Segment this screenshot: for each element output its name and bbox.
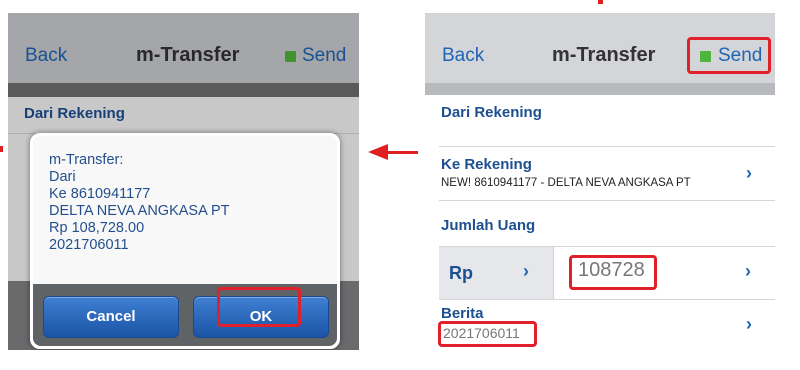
left-phone-screen: Back m-Transfer Send Dari Rekening m-Tra… xyxy=(8,13,359,350)
highlight-send xyxy=(687,37,771,74)
dialog-text-line: m-Transfer: xyxy=(49,152,124,168)
cancel-button[interactable]: Cancel xyxy=(43,296,179,338)
highlight-message xyxy=(438,321,537,347)
arrow-left-icon xyxy=(368,144,388,160)
back-button[interactable]: Back xyxy=(442,45,484,67)
currency-label: Rp xyxy=(449,263,473,283)
to-account-label: Ke Rekening xyxy=(441,156,532,173)
message-row[interactable]: Berita 2021706011 › xyxy=(425,299,775,353)
chevron-right-icon: › xyxy=(746,163,752,183)
to-account-value: NEW! 8610941177 - DELTA NEVA ANGKASA PT xyxy=(441,177,691,189)
edge-marker xyxy=(0,146,3,152)
page-title: m-Transfer xyxy=(552,44,656,66)
dialog-text-line: DELTA NEVA ANGKASA PT xyxy=(49,203,230,219)
section-from-account: Dari Rekening xyxy=(441,104,542,121)
highlight-amount xyxy=(569,255,657,290)
section-amount: Jumlah Uang xyxy=(441,217,536,234)
message-label: Berita xyxy=(441,305,484,322)
amount-row: Rp › 108728 › xyxy=(439,246,775,300)
dialog-text-line: Ke 8610941177 xyxy=(49,186,151,202)
chevron-right-icon: › xyxy=(745,261,751,281)
right-phone-screen: Back m-Transfer Send Dari Rekening Ke Re… xyxy=(425,13,775,353)
confirm-dialog: m-Transfer: Dari Ke 8610941177 DELTA NEV… xyxy=(30,133,340,349)
dialog-text-line: Dari xyxy=(49,169,76,185)
currency-selector[interactable]: Rp › xyxy=(439,247,554,299)
to-account-row[interactable]: Ke Rekening NEW! 8610941177 - DELTA NEVA… xyxy=(425,147,775,199)
chevron-right-icon: › xyxy=(523,261,529,281)
dialog-text-line: Rp 108,728.00 xyxy=(49,220,145,236)
chevron-right-icon: › xyxy=(746,314,752,334)
top-marker xyxy=(598,0,603,4)
divider-strip xyxy=(425,83,775,95)
highlight-ok xyxy=(217,287,301,327)
right-navbar: Back m-Transfer Send xyxy=(425,13,775,83)
row-divider xyxy=(439,200,775,201)
arrow-shaft xyxy=(386,151,418,154)
dialog-text-line: 2021706011 xyxy=(49,237,129,253)
